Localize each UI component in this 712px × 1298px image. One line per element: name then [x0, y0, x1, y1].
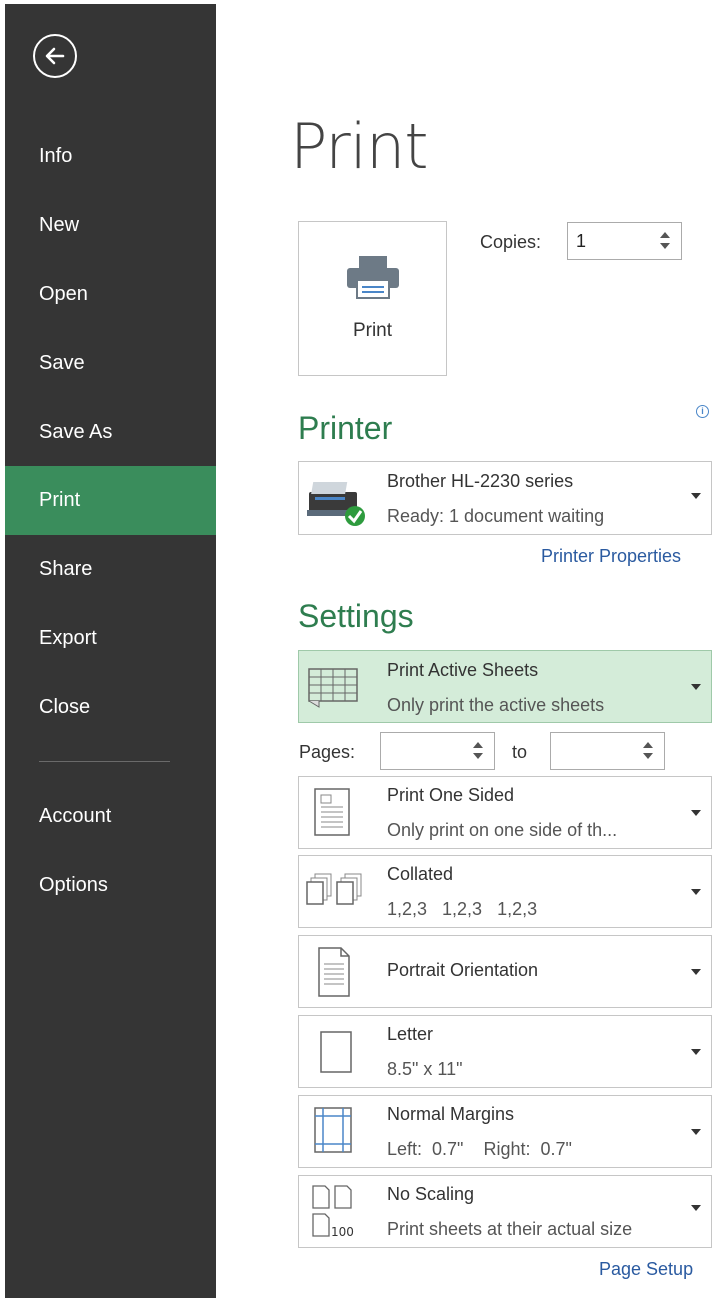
backstage-sidebar: Info New Open Save Save As Print Share E… [5, 4, 216, 1298]
chevron-down-icon [691, 1129, 701, 1135]
pages-from-spin-arrows[interactable] [473, 742, 487, 760]
sided-title: Print One Sided [387, 785, 515, 805]
scaling-title: No Scaling [387, 1184, 475, 1204]
nav-item-account[interactable]: Account [5, 782, 216, 851]
collated-pages-icon [306, 873, 362, 905]
nav-separator [39, 761, 170, 762]
nav-item-print[interactable]: Print [5, 466, 216, 535]
active-sheets-title: Print Active Sheets [387, 660, 539, 680]
pages-from-stepper[interactable] [380, 732, 495, 770]
paper-title: Letter [387, 1024, 434, 1044]
chevron-down-icon [691, 969, 701, 975]
printer-dropdown[interactable]: Brother HL-2230 series Ready: 1 document… [298, 461, 712, 535]
printer-section-title: Printer [298, 410, 393, 446]
chevron-down-icon [691, 684, 701, 690]
nav-item-close[interactable]: Close [5, 673, 216, 742]
copies-label: Copies: [480, 232, 542, 252]
chevron-down-icon [691, 810, 701, 816]
orientation-title: Portrait Orientation [387, 960, 539, 980]
page-title: Print [290, 110, 429, 183]
chevron-down-icon [691, 493, 701, 499]
paper-size-dropdown[interactable]: Letter 8.5" x 11" [298, 1015, 712, 1088]
copies-value[interactable]: 1 [576, 231, 586, 252]
settings-section-title: Settings [298, 598, 414, 634]
margins-subtitle: Left: 0.7" Right: 0.7" [387, 1139, 572, 1159]
printer-status: Ready: 1 document waiting [387, 506, 605, 526]
margins-icon [314, 1107, 352, 1153]
printer-properties-link[interactable]: Printer Properties [541, 546, 681, 567]
chevron-down-icon [691, 1205, 701, 1211]
margins-title: Normal Margins [387, 1104, 515, 1124]
pages-label: Pages: [299, 742, 356, 762]
scaling-icon-number: 100 [331, 1225, 354, 1239]
pages-to-label: to [512, 742, 528, 762]
copies-spin-arrows[interactable] [660, 232, 674, 250]
active-sheets-subtitle: Only print the active sheets [387, 695, 605, 715]
nav-item-save-as[interactable]: Save As [5, 398, 216, 467]
page-setup-link[interactable]: Page Setup [599, 1259, 693, 1280]
printer-icon [347, 256, 399, 299]
scaling-pages-icon: 100 [312, 1185, 354, 1239]
pages-to-spin-arrows[interactable] [643, 742, 657, 760]
printer-ready-icon [307, 482, 365, 526]
chevron-down-icon [691, 889, 701, 895]
back-arrow-icon[interactable] [33, 34, 77, 78]
collated-title: Collated [387, 864, 454, 884]
portrait-page-icon [318, 947, 350, 997]
nav-item-save[interactable]: Save [5, 329, 216, 398]
sided-subtitle: Only print on one side of th... [387, 820, 618, 840]
scaling-subtitle: Print sheets at their actual size [387, 1219, 633, 1239]
copies-stepper[interactable]: 1 [567, 222, 682, 260]
nav-item-open[interactable]: Open [5, 260, 216, 329]
print-button[interactable]: Print [298, 221, 447, 376]
info-icon[interactable]: i [696, 405, 709, 418]
paper-subtitle: 8.5" x 11" [387, 1059, 463, 1079]
nav-item-info[interactable]: Info [5, 122, 216, 191]
nav-item-export[interactable]: Export [5, 604, 216, 673]
nav-item-options[interactable]: Options [5, 851, 216, 920]
print-sided-dropdown[interactable]: Print One Sided Only print on one side o… [298, 776, 712, 849]
nav-item-new[interactable]: New [5, 191, 216, 260]
chevron-down-icon [691, 1049, 701, 1055]
orientation-dropdown[interactable]: Portrait Orientation [298, 935, 712, 1008]
print-active-sheets-dropdown[interactable]: Print Active Sheets Only print the activ… [298, 650, 712, 723]
printer-name: Brother HL-2230 series [387, 471, 574, 491]
print-button-label: Print [352, 320, 393, 341]
collated-subtitle: 1,2,3 1,2,3 1,2,3 [387, 899, 538, 919]
pages-to-stepper[interactable] [550, 732, 665, 770]
margins-dropdown[interactable]: Normal Margins Left: 0.7" Right: 0.7" [298, 1095, 712, 1168]
one-sided-page-icon [314, 788, 350, 836]
scaling-dropdown[interactable]: 100 No Scaling Print sheets at their act… [298, 1175, 712, 1248]
collated-dropdown[interactable]: Collated 1,2,3 1,2,3 1,2,3 [298, 855, 712, 928]
paper-size-icon [320, 1031, 352, 1073]
nav-item-share[interactable]: Share [5, 535, 216, 604]
sheet-grid-icon [308, 668, 358, 708]
